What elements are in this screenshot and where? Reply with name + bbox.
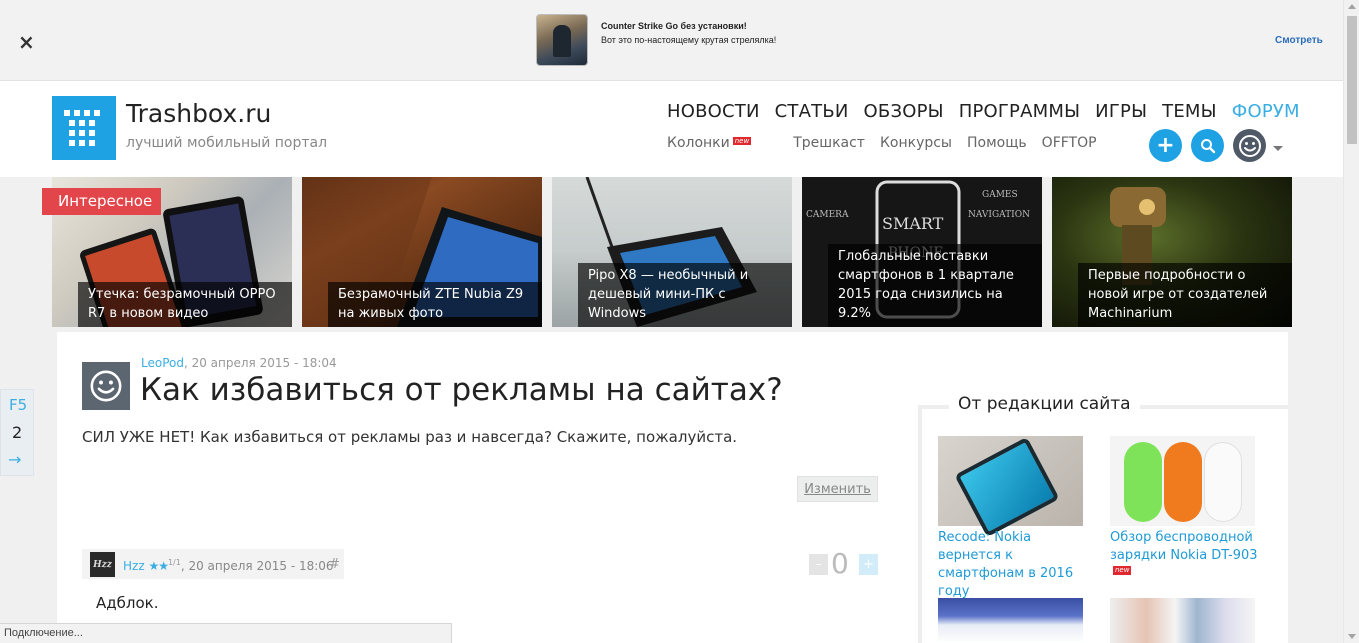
vote-count: 0 bbox=[831, 547, 849, 580]
subnav-columns[interactable]: Колонки new bbox=[667, 135, 778, 151]
slide-caption: Утечка: безрамочный OPPO R7 в новом виде… bbox=[78, 282, 292, 327]
nav-themes[interactable]: ТЕМЫ bbox=[1162, 101, 1217, 122]
editorial-image[interactable] bbox=[1110, 598, 1255, 643]
scroll-thumb[interactable] bbox=[1347, 16, 1357, 144]
nav-articles[interactable]: СТАТЬИ bbox=[775, 101, 849, 122]
ad-title[interactable]: Counter Strike Go без установки! bbox=[601, 21, 747, 31]
site-logo-icon[interactable] bbox=[52, 96, 116, 160]
scroll-down-arrow[interactable] bbox=[1348, 634, 1356, 639]
ad-thumbnail[interactable] bbox=[536, 14, 588, 66]
edit-button[interactable]: Изменить bbox=[797, 476, 878, 502]
slide-caption: Первые подробности о новой игре от созда… bbox=[1078, 263, 1292, 327]
ad-text: Вот это по-настоящему крутая стрелялка! bbox=[601, 35, 777, 45]
post-date: , 20 апреля 2015 - 18:04 bbox=[183, 356, 337, 370]
editorial-title: От редакции сайта bbox=[949, 394, 1140, 414]
featured-carousel: Утечка: безрамочный OPPO R7 в новом виде… bbox=[52, 177, 1292, 327]
user-rank: 1/1 bbox=[167, 558, 181, 567]
svg-text:GAMES: GAMES bbox=[982, 190, 1018, 200]
interesting-badge: Интересное bbox=[42, 188, 162, 215]
author-avatar[interactable] bbox=[82, 362, 130, 410]
vote-up-button[interactable]: + bbox=[859, 554, 878, 575]
refresh-link[interactable]: F5 bbox=[9, 396, 27, 414]
svg-text:CAMERA: CAMERA bbox=[806, 210, 849, 220]
comment-permalink[interactable]: # bbox=[329, 557, 340, 572]
ad-watch-link[interactable]: Смотреть bbox=[1275, 35, 1323, 46]
new-badge: new bbox=[732, 137, 752, 145]
plus-icon: + bbox=[1156, 132, 1175, 158]
post-meta: LeoPod, 20 апреля 2015 - 18:04 bbox=[141, 356, 337, 370]
page-title: Как избавиться от рекламы на сайтах? bbox=[140, 372, 783, 408]
featured-slide[interactable]: SMART PHONE CAMERA NAVIGATION GAMES Глоб… bbox=[802, 177, 1042, 327]
subnav-help[interactable]: Помощь bbox=[967, 135, 1027, 151]
featured-slide[interactable]: Безрамочный ZTE Nubia Z9 на живых фото bbox=[302, 177, 542, 327]
comment-avatar[interactable]: Hzz bbox=[90, 552, 115, 577]
add-button[interactable]: + bbox=[1149, 129, 1182, 162]
featured-slide[interactable]: Первые подробности о новой игре от созда… bbox=[1052, 177, 1292, 327]
slide-caption: Pipo X8 — необычный и дешевый мини-ПК с … bbox=[578, 263, 792, 327]
comment-text: Адблок. bbox=[96, 594, 159, 612]
vote-down-button[interactable]: – bbox=[809, 554, 828, 575]
site-slogan: лучший мобильный портал bbox=[126, 135, 328, 151]
svg-text:SMART: SMART bbox=[882, 214, 944, 233]
charger-pad-white bbox=[1204, 442, 1242, 522]
new-badge: new bbox=[1113, 566, 1132, 575]
chevron-down-icon[interactable] bbox=[1273, 146, 1283, 151]
nav-forum[interactable]: ФОРУМ bbox=[1232, 101, 1300, 122]
close-icon[interactable]: × bbox=[18, 30, 35, 54]
refresh-count: 2 bbox=[12, 423, 23, 442]
subnav-contests[interactable]: Конкурсы bbox=[880, 135, 952, 151]
subnav-columns-label: Колонки bbox=[667, 135, 730, 151]
comment-author-link[interactable]: Hzz bbox=[123, 559, 145, 573]
user-smiley-icon bbox=[1238, 134, 1261, 157]
nav-games[interactable]: ИГРЫ bbox=[1095, 101, 1147, 122]
comment-meta: Hzz ★★1/1, 20 апреля 2015 - 18:06 bbox=[123, 558, 334, 573]
editorial-image[interactable] bbox=[938, 436, 1083, 526]
nav-reviews[interactable]: ОБЗОРЫ bbox=[864, 101, 944, 122]
svg-text:NAVIGATION: NAVIGATION bbox=[968, 210, 1030, 220]
slide-caption: Безрамочный ZTE Nubia Z9 на живых фото bbox=[328, 282, 542, 327]
refresh-widget: F5 2 → bbox=[0, 389, 34, 476]
charger-pad-green bbox=[1124, 442, 1162, 522]
arrow-right-icon[interactable]: → bbox=[8, 450, 21, 469]
site-name[interactable]: Trashbox.ru bbox=[126, 99, 271, 128]
editorial-link[interactable]: Recode: Nokia вернется к смартфонам в 20… bbox=[938, 529, 1088, 601]
star-icon: ★★ bbox=[148, 559, 168, 573]
user-menu-button[interactable] bbox=[1233, 129, 1266, 162]
ad-banner: × Counter Strike Go без установки! Вот э… bbox=[0, 0, 1343, 81]
user-smiley-icon bbox=[90, 370, 122, 402]
subnav-trashcast[interactable]: Трешкаст bbox=[793, 135, 865, 151]
browser-status-bar: Подключение... bbox=[0, 623, 452, 643]
editorial-image[interactable] bbox=[1110, 436, 1255, 526]
nav-programs[interactable]: ПРОГРАММЫ bbox=[959, 101, 1080, 122]
editorial-image[interactable] bbox=[938, 598, 1083, 643]
sub-nav: Колонки new Трешкаст Конкурсы Помощь OFFT… bbox=[667, 135, 1097, 151]
search-button[interactable] bbox=[1191, 129, 1224, 162]
scroll-up-arrow[interactable] bbox=[1348, 4, 1356, 9]
charger-pad-orange bbox=[1164, 442, 1202, 522]
featured-slide[interactable]: Pipo X8 — необычный и дешевый мини-ПК с … bbox=[552, 177, 792, 327]
subnav-offtop[interactable]: OFFTOP bbox=[1042, 135, 1097, 151]
main-nav: НОВОСТИ СТАТЬИ ОБЗОРЫ ПРОГРАММЫ ИГРЫ ТЕМ… bbox=[667, 101, 1300, 122]
scrollbar[interactable] bbox=[1343, 0, 1359, 643]
nav-news[interactable]: НОВОСТИ bbox=[667, 101, 760, 122]
site-header: Trashbox.ru лучший мобильный портал НОВО… bbox=[0, 81, 1343, 177]
slide-caption: Глобальные поставки смартфонов в 1 кварт… bbox=[828, 244, 1042, 327]
comment-header: Hzz Hzz ★★1/1, 20 апреля 2015 - 18:06 # bbox=[82, 549, 344, 579]
comment-date: , 20 апреля 2015 - 18:06 bbox=[180, 559, 334, 573]
post-author-link[interactable]: LeoPod bbox=[141, 356, 184, 370]
editorial-link[interactable]: Обзор беспроводной зарядки Nokia DT-903 bbox=[1110, 529, 1260, 565]
search-icon bbox=[1200, 138, 1215, 153]
post-body: СИЛ УЖЕ НЕТ! Как избавиться от рекламы р… bbox=[82, 428, 738, 446]
